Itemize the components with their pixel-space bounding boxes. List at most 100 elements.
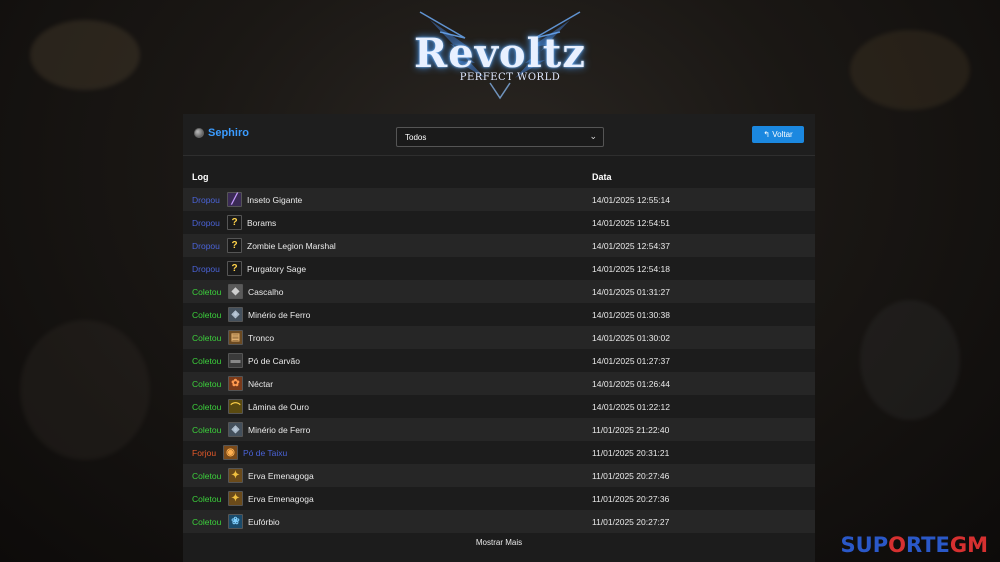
background-rock xyxy=(30,20,140,90)
table-row: Forjou ◉ Pó de Taixu 11/01/2025 20:31:21 xyxy=(183,441,815,464)
item-name: Erva Emenagoga xyxy=(248,493,314,504)
log-date: 14/01/2025 12:54:51 xyxy=(592,217,670,228)
show-more-label: Mostrar Mais xyxy=(475,537,523,547)
item-name: Néctar xyxy=(248,378,274,389)
character-avatar-icon xyxy=(194,128,204,138)
table-row: Coletou ▬ Pó de Carvão 14/01/2025 01:27:37 xyxy=(183,349,815,372)
gold-blade-icon: ⌒ xyxy=(228,399,243,414)
gravel-icon: ◆ xyxy=(228,284,243,299)
herb-icon: ✦ xyxy=(228,468,243,483)
log-date: 11/01/2025 21:22:40 xyxy=(592,424,670,435)
item-name: Pó de Carvão xyxy=(248,355,300,366)
log-date: 14/01/2025 01:27:37 xyxy=(592,355,670,366)
log-action: Coletou xyxy=(192,355,222,366)
table-row: Dropou ╱ Inseto Gigante 14/01/2025 12:55:14 xyxy=(183,188,815,211)
table-row: Coletou ◈ Minério de Ferro 14/01/2025 01:30… xyxy=(183,303,815,326)
item-name: Purgatory Sage xyxy=(247,263,307,274)
log-date: 11/01/2025 20:31:21 xyxy=(592,447,670,458)
logo-subtitle: PERFECT WORLD xyxy=(459,71,561,83)
background-rock xyxy=(860,300,960,420)
log-action: Dropou xyxy=(192,194,220,205)
log-action: Coletou xyxy=(192,516,222,527)
item-name: Erva Emenagoga xyxy=(248,470,314,481)
log-date: 14/01/2025 01:31:27 xyxy=(592,286,670,297)
back-button[interactable]: ↰ Voltar xyxy=(752,126,804,143)
log-action: Dropou xyxy=(192,240,220,251)
item-name: Cascalho xyxy=(248,286,284,297)
question-icon: ? xyxy=(227,215,242,230)
log-date: 14/01/2025 01:30:38 xyxy=(592,309,670,320)
item-name: Tronco xyxy=(248,332,275,343)
column-header-log: Log xyxy=(192,172,209,182)
log-date: 11/01/2025 20:27:46 xyxy=(592,470,670,481)
log-date: 14/01/2025 12:54:18 xyxy=(592,263,670,274)
table-row: Coletou ❀ Eufórbio 11/01/2025 20:27:27 xyxy=(183,510,815,533)
item-name: Pó de Taixu xyxy=(243,447,288,458)
table-header: Log Data xyxy=(183,166,815,188)
watermark-text: O xyxy=(888,533,906,557)
log-action: Coletou xyxy=(192,309,222,320)
character-name[interactable]: Sephiro xyxy=(208,127,249,139)
table-row: Coletou ✦ Erva Emenagoga 11/01/2025 20:27:3… xyxy=(183,487,815,510)
log-date: 11/01/2025 20:27:27 xyxy=(592,516,670,527)
watermark-text: SUP xyxy=(840,533,889,557)
nectar-icon: ✿ xyxy=(228,376,243,391)
table-row: Dropou? Purgatory Sage 14/01/2025 12:54:18 xyxy=(183,257,815,280)
table-row: Coletou ✦ Erva Emenagoga 11/01/2025 20:27:4… xyxy=(183,464,815,487)
table-row: Dropou? Zombie Legion Marshal 14/01/2025 1… xyxy=(183,234,815,257)
question-icon: ? xyxy=(227,238,242,253)
log-action: Coletou xyxy=(192,424,222,435)
log-action: Coletou xyxy=(192,493,222,504)
chevron-down-icon: ⌄ xyxy=(589,131,597,141)
item-name: Minério de Ferro xyxy=(248,309,311,320)
log-action: Coletou xyxy=(192,378,222,389)
log-action: Coletou xyxy=(192,401,222,412)
background-rock xyxy=(850,30,970,110)
logo: Revoltz PERFECT WORLD xyxy=(410,8,590,100)
log-action: Forjou xyxy=(192,447,217,458)
log-filter-select[interactable]: Todos ⌄ xyxy=(396,127,604,147)
iron-ore-icon: ◈ xyxy=(228,307,243,322)
log-date: 14/01/2025 12:54:37 xyxy=(592,240,670,251)
log-date: 14/01/2025 12:55:14 xyxy=(592,194,670,205)
coal-icon: ▬ xyxy=(228,353,243,368)
watermark-text: RTE xyxy=(905,533,950,557)
table-row: Coletou ▤ Tronco 14/01/2025 01:30:02 xyxy=(183,326,815,349)
table-row: Coletou ◈ Minério de Ferro 11/01/2025 21:22… xyxy=(183,418,815,441)
show-more-button[interactable]: Mostrar Mais xyxy=(183,533,815,551)
taixu-powder-icon: ◉ xyxy=(223,445,238,460)
watermark-logo: SUP O RTE GM xyxy=(841,533,988,557)
background-rock xyxy=(20,320,150,460)
item-name: Eufórbio xyxy=(248,516,280,527)
log-date: 11/01/2025 20:27:36 xyxy=(592,493,670,504)
log-action: Dropou xyxy=(192,263,220,274)
table-row: Dropou? Borams 14/01/2025 12:54:51 xyxy=(183,211,815,234)
log-date: 14/01/2025 01:30:02 xyxy=(592,332,670,343)
character-info: Sephiro xyxy=(194,127,249,139)
item-name: Inseto Gigante xyxy=(247,194,303,205)
question-icon: ? xyxy=(227,261,242,276)
log-panel: Sephiro Todos ⌄ ↰ Voltar Log Data Dropou… xyxy=(183,114,815,562)
panel-header: Sephiro Todos ⌄ ↰ Voltar xyxy=(183,114,815,156)
log-table: Log Data Dropou ╱ Inseto Gigante 14/01/2025… xyxy=(183,166,815,551)
log-date: 14/01/2025 01:22:12 xyxy=(592,401,670,412)
table-row: Coletou ⌒ Lâmina de Ouro 14/01/2025 01:22:1… xyxy=(183,395,815,418)
back-button-label: ↰ Voltar xyxy=(763,130,793,139)
iron-ore-icon: ◈ xyxy=(228,422,243,437)
column-header-date: Data xyxy=(592,172,612,182)
logo-title: Revoltz xyxy=(414,29,586,77)
item-name: Minério de Ferro xyxy=(248,424,311,435)
insect-icon: ╱ xyxy=(227,192,242,207)
watermark-text: GM xyxy=(949,533,988,557)
log-action: Coletou xyxy=(192,470,222,481)
filter-selected-value: Todos xyxy=(405,132,427,142)
herb-icon: ✦ xyxy=(228,491,243,506)
table-body: Dropou ╱ Inseto Gigante 14/01/2025 12:55:14… xyxy=(183,188,815,533)
item-name: Lâmina de Ouro xyxy=(248,401,309,412)
item-name: Zombie Legion Marshal xyxy=(247,240,336,251)
table-row: Coletou ◆ Cascalho 14/01/2025 01:31:27 xyxy=(183,280,815,303)
log-date: 14/01/2025 01:26:44 xyxy=(592,378,670,389)
log-action: Coletou xyxy=(192,286,222,297)
euphorbia-icon: ❀ xyxy=(228,514,243,529)
item-name: Borams xyxy=(247,217,277,228)
